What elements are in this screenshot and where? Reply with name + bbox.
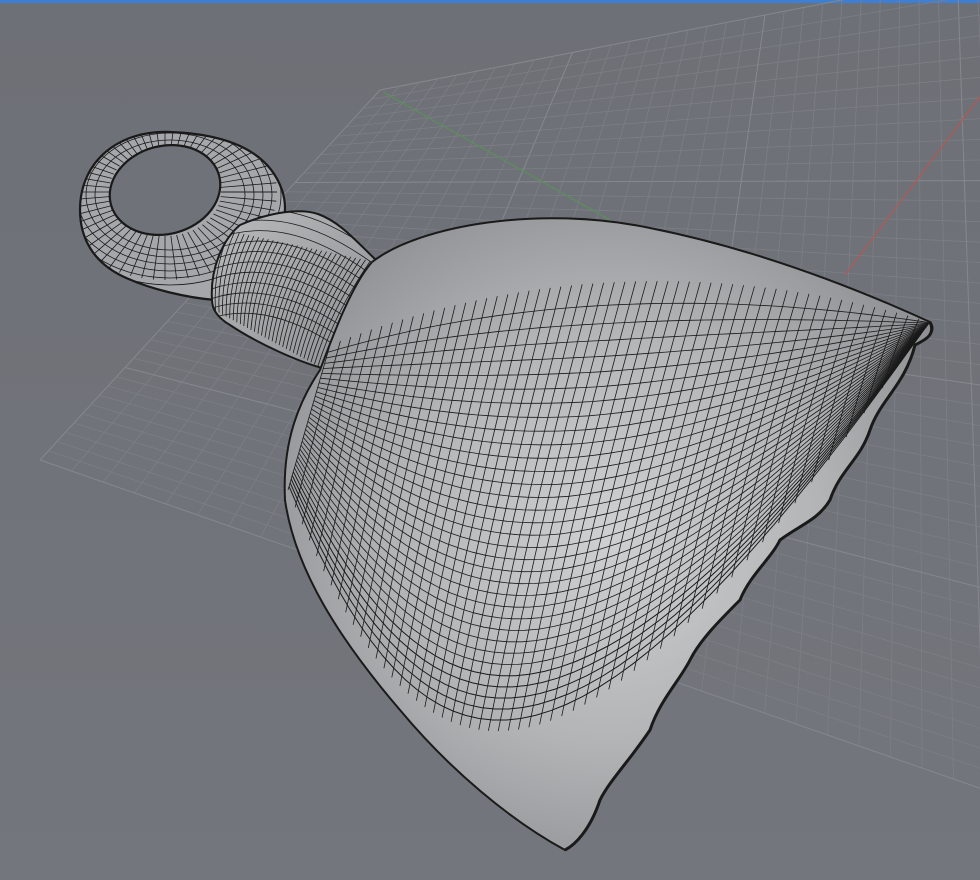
- grid-line: [345, 56, 980, 128]
- bell-object[interactable]: [50, 104, 934, 852]
- grid-line: [918, 0, 923, 769]
- x-axis-line: [844, 95, 980, 276]
- grid-line: [957, 0, 980, 658]
- grid-line: [286, 191, 980, 202]
- grid-line: [362, 14, 980, 109]
- grid-line: [294, 180, 980, 183]
- viewport-scene: [39, 0, 980, 852]
- y-axis-line: [382, 91, 611, 221]
- grid-line: [354, 35, 980, 119]
- grid-line: [371, 0, 948, 100]
- grid-line: [379, 0, 845, 91]
- bell-body[interactable]: [284, 218, 933, 850]
- 3d-viewport[interactable]: [0, 0, 980, 880]
- grid-line: [320, 118, 980, 156]
- grid-line: [938, 0, 954, 780]
- grid-line: [303, 159, 980, 174]
